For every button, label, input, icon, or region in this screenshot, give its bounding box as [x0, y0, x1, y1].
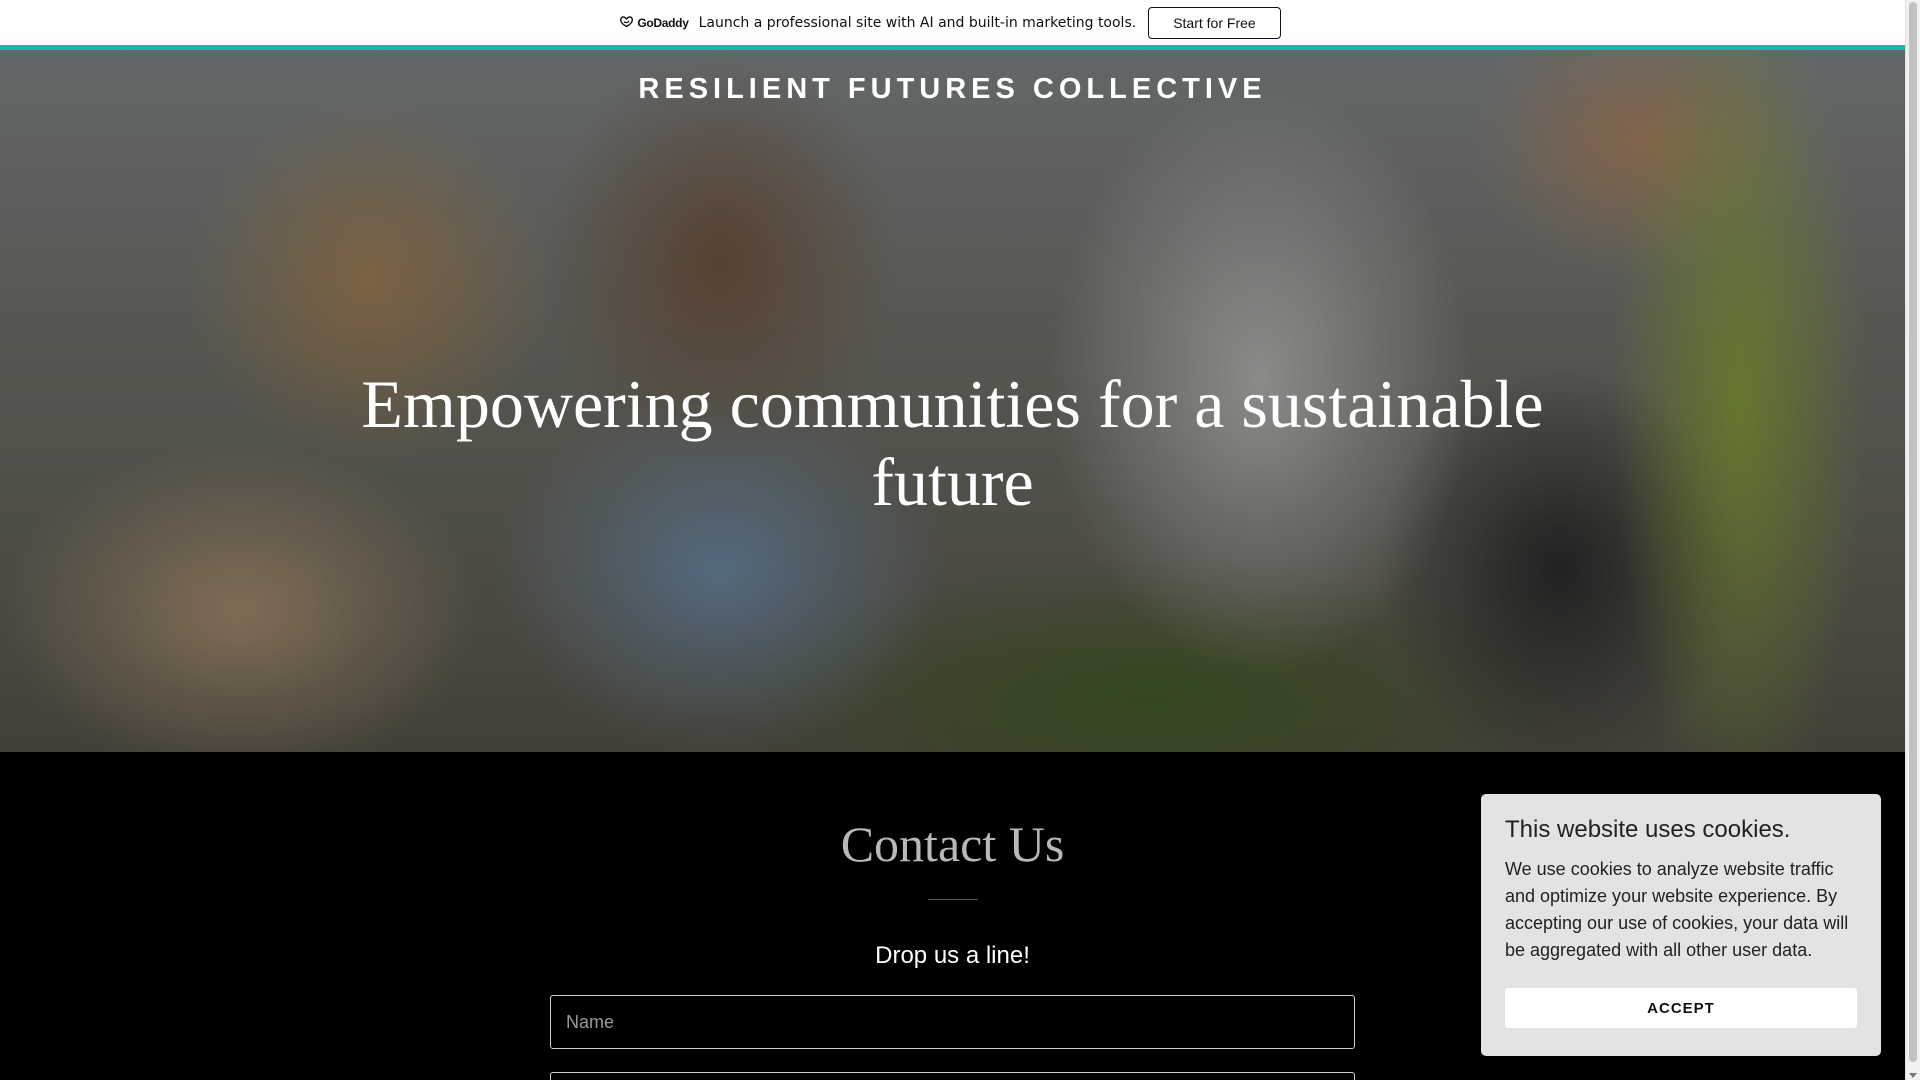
page: GoDaddy Launch a professional site with … [0, 0, 1920, 1080]
name-input[interactable] [550, 995, 1355, 1049]
scroll-down-arrow-icon[interactable] [1909, 1073, 1917, 1078]
accept-cookies-button[interactable]: ACCEPT [1505, 988, 1857, 1028]
cookie-body: We use cookies to analyze website traffi… [1505, 859, 1849, 960]
promo-text: Launch a professional site with AI and b… [698, 14, 1137, 31]
start-for-free-button[interactable]: Start for Free [1148, 6, 1281, 39]
godaddy-logo[interactable]: GoDaddy [619, 15, 689, 31]
email-field[interactable] [550, 1072, 1355, 1080]
site-title[interactable]: RESILIENT FUTURES COLLECTIVE [0, 73, 1905, 106]
hero-heading: Empowering communities for a sustainable… [361, 366, 1544, 520]
cookie-banner: This website uses cookies. We use cookie… [1481, 794, 1881, 1056]
godaddy-logo-text: GoDaddy [637, 15, 689, 30]
promo-bar: GoDaddy Launch a professional site with … [0, 0, 1905, 50]
scrollbar[interactable] [1905, 0, 1920, 1080]
cookie-title: This website uses cookies. [1505, 816, 1791, 843]
godaddy-logo-icon [619, 15, 634, 31]
hero-section: RESILIENT FUTURES COLLECTIVE Empowering … [0, 50, 1905, 752]
promo-content: GoDaddy Launch a professional site with … [619, 6, 1281, 39]
scrollbar-thumb[interactable] [1909, 2, 1917, 1062]
contact-divider [928, 899, 978, 900]
